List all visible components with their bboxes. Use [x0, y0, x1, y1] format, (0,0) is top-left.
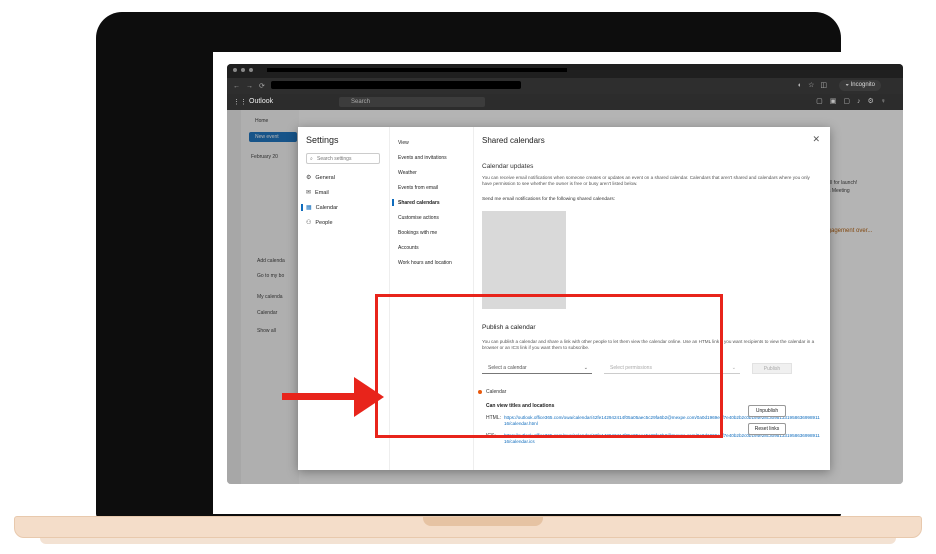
outlook-search-input[interactable]: Search: [339, 97, 485, 107]
outlook-search-placeholder: Search: [351, 99, 371, 105]
subcategory-events-from-email[interactable]: Events from email: [398, 185, 438, 191]
settings-search-input[interactable]: ⌕ Search settings: [306, 153, 380, 164]
people-icon: ⚇: [306, 220, 312, 226]
category-calendar-label: Calendar: [315, 204, 338, 211]
calendar-updates-heading: Calendar updates: [482, 163, 534, 170]
subcategory-weather[interactable]: Weather: [398, 170, 417, 176]
calendar-icon: ▦: [306, 205, 312, 211]
category-people[interactable]: ⚇ People: [306, 219, 333, 227]
subcategory-customise-actions[interactable]: Customise actions: [398, 215, 439, 221]
laptop-base-shadow: [40, 538, 896, 544]
category-email-label: Email: [315, 189, 329, 196]
arrow-annotation-shaft: [282, 393, 358, 400]
laptop-lid: ← → ⟳ ◐☆◫ ◒ Incognito ⋮⋮ Outlook Search …: [96, 12, 915, 518]
laptop-base: [14, 516, 922, 538]
publish-button[interactable]: Publish: [752, 363, 792, 374]
topbar-action-icons[interactable]: ▢▣▢♪⚙♀: [816, 97, 893, 105]
incognito-badge[interactable]: ◒ Incognito: [839, 80, 881, 91]
stage: ← → ⟳ ◐☆◫ ◒ Incognito ⋮⋮ Outlook Search …: [0, 0, 936, 554]
category-general-label: General: [315, 174, 335, 181]
subcategory-shared-calendars[interactable]: Shared calendars: [392, 199, 440, 206]
send-notifications-label: Send me email notifications for the foll…: [482, 197, 616, 202]
outlook-topbar: ⋮⋮ Outlook Search ▢▣▢♪⚙♀: [227, 94, 903, 110]
forward-icon[interactable]: →: [246, 83, 253, 90]
subcategory-bookings[interactable]: Bookings with me: [398, 230, 437, 236]
app-name: Outlook: [249, 98, 274, 105]
category-general[interactable]: ⚙ General: [306, 174, 335, 182]
highlight-box: [375, 294, 723, 438]
subcategory-work-hours[interactable]: Work hours and location: [398, 260, 452, 266]
url-field-redacted[interactable]: [271, 81, 521, 89]
laptop-screen: ← → ⟳ ◐☆◫ ◒ Incognito ⋮⋮ Outlook Search …: [213, 52, 915, 514]
browser-extension-icons[interactable]: ◐☆◫: [798, 81, 833, 89]
laptop-notch: [423, 517, 543, 526]
close-icon[interactable]: ✕: [812, 134, 820, 145]
app-launcher-icon[interactable]: ⋮⋮: [233, 98, 247, 106]
redacted-tab: [267, 68, 567, 72]
subcategory-accounts[interactable]: Accounts: [398, 245, 419, 251]
search-icon: ⌕: [310, 156, 313, 162]
chevron-down-icon: ⌄: [731, 365, 736, 371]
arrow-annotation-head: [354, 377, 384, 417]
category-email[interactable]: ✉ Email: [306, 189, 329, 197]
reload-icon[interactable]: ⟳: [259, 82, 265, 90]
reset-links-button[interactable]: Reset links: [748, 423, 786, 435]
gear-icon: ⚙: [306, 175, 312, 181]
subcategory-events-invitations[interactable]: Events and invitations: [398, 155, 447, 161]
calendar-updates-description: You can receive email notifications when…: [482, 175, 810, 186]
subcategory-view[interactable]: View: [398, 140, 409, 146]
settings-search-placeholder: Search settings: [317, 156, 352, 162]
browser-titlebar: [227, 64, 903, 78]
settings-title: Settings: [306, 135, 339, 145]
pane-title: Shared calendars: [482, 136, 545, 145]
window-controls[interactable]: [233, 68, 253, 72]
category-calendar[interactable]: ▦ Calendar: [301, 204, 338, 211]
address-bar: ← → ⟳ ◐☆◫ ◒ Incognito: [227, 78, 903, 94]
back-icon[interactable]: ←: [233, 83, 240, 90]
unpublish-button[interactable]: Unpublish: [748, 405, 786, 417]
incognito-label: Incognito: [850, 82, 875, 88]
mail-icon: ✉: [306, 190, 312, 196]
category-people-label: People: [315, 219, 333, 226]
